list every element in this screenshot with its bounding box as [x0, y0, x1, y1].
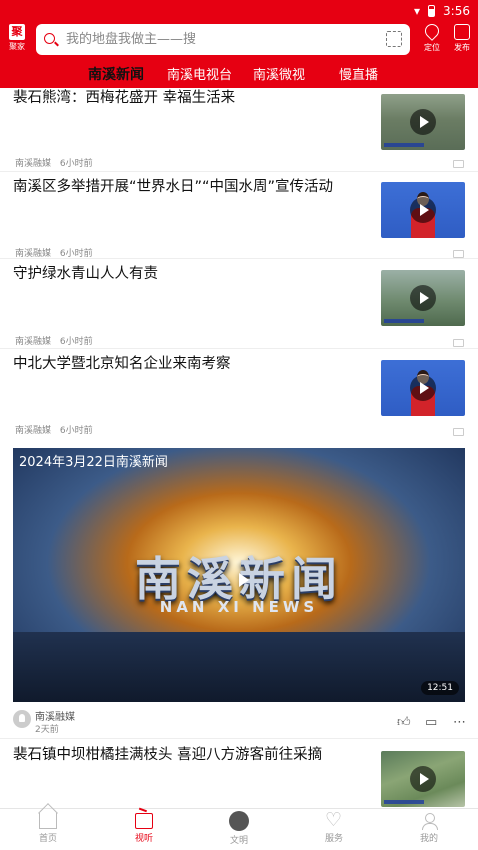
comment-icon[interactable]: ▭	[425, 715, 437, 730]
nav-mine-label: 我的	[419, 834, 438, 844]
more-icon[interactable]: ⋯	[453, 715, 466, 730]
video-time: 2天前	[35, 725, 59, 735]
news-title: 南溪区多举措开展“世界水日”“中国水周”宣传活动	[13, 179, 334, 195]
news-item[interactable]: 裴石镇中坝柑橘挂满枝头 喜迎八方游客前往采摘	[0, 738, 478, 809]
news-meta: 南溪融媒 6小时前	[15, 156, 99, 169]
news-title: 裴石镇中坝柑橘挂满枝头 喜迎八方游客前往采摘	[13, 747, 323, 763]
nav-wenming[interactable]: 文明	[209, 811, 269, 846]
play-icon	[410, 109, 436, 135]
video-duration: 12:51	[421, 681, 459, 695]
logo-icon: 聚	[9, 24, 25, 40]
news-item[interactable]: 裴石熊湾：西梅花盛开 幸福生活来 南溪融媒 6小时前	[0, 88, 478, 172]
news-item[interactable]: 守护绿水青山人人有责 南溪融媒 6小时前	[0, 259, 478, 349]
battery-icon	[428, 5, 436, 17]
video-stage-floor	[13, 632, 465, 702]
news-thumbnail	[381, 751, 465, 807]
dismiss-icon[interactable]	[453, 250, 464, 258]
news-thumbnail	[381, 94, 465, 150]
news-thumbnail	[381, 182, 465, 238]
app-header: ▾ 3:56 聚 聚家 定位 发布 南溪新闻 南溪电视台 南溪微视 慢直播	[0, 0, 478, 88]
search-input[interactable]	[64, 31, 368, 48]
search-icon	[44, 32, 58, 47]
caption-bar	[384, 800, 424, 804]
news-title: 中北大学暨北京知名企业来南考察	[13, 356, 231, 372]
location-label: 定位	[424, 43, 440, 52]
nav-audiovisual[interactable]: 视听	[114, 813, 174, 844]
status-bar: ▾ 3:56	[414, 2, 470, 20]
location-button[interactable]: 定位	[418, 21, 446, 53]
news-source: 南溪融媒	[15, 159, 52, 169]
caption-bar	[384, 143, 424, 147]
app-logo[interactable]: 聚 聚家	[6, 24, 28, 52]
news-meta: 南溪融媒 6小时前	[15, 423, 99, 436]
nav-mine[interactable]: 我的	[399, 813, 459, 844]
tab-nanxi-news[interactable]: 南溪新闻	[88, 64, 144, 84]
video-source: 南溪融媒	[35, 712, 75, 723]
location-pin-icon	[422, 21, 442, 41]
logo-label: 聚家	[9, 42, 25, 51]
camera-icon	[454, 24, 470, 40]
news-title: 守护绿水青山人人有责	[13, 266, 158, 282]
play-icon	[410, 197, 436, 223]
search-bar[interactable]	[36, 24, 410, 55]
heart-icon	[325, 809, 343, 831]
nav-home[interactable]: 首页	[18, 813, 78, 844]
caption-bar	[384, 319, 424, 323]
news-source: 南溪融媒	[15, 337, 52, 347]
nav-service-label: 服务	[324, 834, 343, 844]
play-icon[interactable]	[239, 573, 249, 587]
news-item[interactable]: 中北大学暨北京知名企业来南考察 南溪融媒 6小时前	[0, 349, 478, 439]
play-icon	[410, 375, 436, 401]
dismiss-icon[interactable]	[453, 339, 464, 347]
tv-icon	[135, 813, 153, 829]
dismiss-icon[interactable]	[453, 160, 464, 168]
video-logo-english: NAN XI NEWS	[159, 598, 319, 616]
scan-icon[interactable]	[386, 31, 402, 47]
news-source: 南溪融媒	[15, 249, 52, 259]
news-title: 裴石熊湾：西梅花盛开 幸福生活来	[13, 90, 236, 106]
status-time: 3:56	[443, 4, 470, 18]
home-icon	[39, 813, 57, 829]
wifi-icon: ▾	[414, 4, 421, 18]
news-item[interactable]: 南溪区多举措开展“世界水日”“中国水周”宣传活动 南溪融媒 6小时前	[0, 172, 478, 259]
bottom-nav: 首页 视听 文明 服务 我的	[0, 808, 478, 850]
video-meta: 南溪融媒 2天前 👍︎ ▭ ⋯	[13, 707, 466, 737]
nav-home-label: 首页	[38, 834, 57, 844]
news-thumbnail	[381, 360, 465, 416]
tab-nanxi-microvideo[interactable]: 南溪微视	[253, 64, 305, 83]
news-meta: 南溪融媒 6小时前	[15, 334, 99, 347]
news-thumbnail	[381, 270, 465, 326]
news-time: 6小时前	[59, 249, 93, 259]
publish-label: 发布	[454, 43, 470, 52]
nav-service[interactable]: 服务	[304, 809, 364, 844]
news-time: 6小时前	[59, 426, 93, 436]
like-icon[interactable]: 👍︎	[397, 715, 411, 730]
wenming-icon	[229, 811, 249, 831]
nav-wenming-label: 文明	[229, 836, 248, 846]
news-source: 南溪融媒	[15, 426, 52, 436]
video-player[interactable]: 2024年3月22日南溪新闻 南溪新闻 NAN XI NEWS 12:51	[13, 448, 465, 702]
tab-slow-live[interactable]: 慢直播	[339, 64, 378, 83]
video-title: 2024年3月22日南溪新闻	[19, 455, 168, 470]
user-icon	[420, 813, 438, 830]
nav-audiovisual-label: 视听	[134, 834, 153, 844]
news-time: 6小时前	[59, 337, 93, 347]
avatar[interactable]	[13, 710, 31, 728]
channel-tabs: 南溪新闻 南溪电视台 南溪微视 慢直播	[0, 60, 478, 88]
play-icon	[410, 766, 436, 792]
publish-button[interactable]: 发布	[448, 24, 476, 53]
play-icon	[410, 285, 436, 311]
tab-nanxi-tv[interactable]: 南溪电视台	[167, 64, 232, 83]
news-meta: 南溪融媒 6小时前	[15, 246, 99, 259]
news-time: 6小时前	[59, 159, 93, 169]
dismiss-icon[interactable]	[453, 428, 464, 436]
